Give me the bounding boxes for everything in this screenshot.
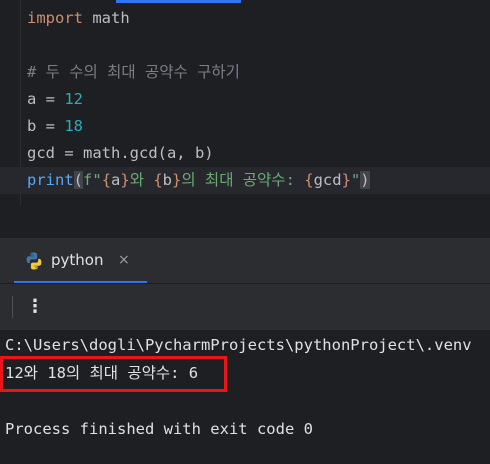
python-icon bbox=[24, 251, 44, 271]
assign-b: b = bbox=[27, 117, 65, 135]
close-icon[interactable]: × bbox=[118, 238, 130, 283]
fstring-prefix: f" bbox=[83, 171, 102, 189]
fstring-text: 와 bbox=[129, 171, 154, 189]
fstring-var-gcd: gcd bbox=[313, 171, 342, 189]
brace: { bbox=[304, 171, 314, 189]
brace: { bbox=[153, 171, 163, 189]
console-exit-line: Process finished with exit code 0 bbox=[5, 420, 313, 438]
editor-tool-split bbox=[0, 205, 490, 239]
brace: } bbox=[341, 171, 351, 189]
fstring-var-a: a bbox=[111, 171, 121, 189]
code-comment: # 두 수의 최대 공약수 구하기 bbox=[27, 63, 240, 81]
output-highlight-box bbox=[0, 356, 227, 392]
number-12: 12 bbox=[64, 90, 83, 108]
brace: } bbox=[172, 171, 182, 189]
code-line-4[interactable]: a = 12 bbox=[0, 86, 490, 113]
fstring-text: 의 최대 공약수: bbox=[181, 171, 305, 189]
code-line-1[interactable]: import math bbox=[0, 5, 490, 32]
close-paren: ) bbox=[360, 171, 370, 189]
gcd-assignment: gcd = math.gcd(a, b) bbox=[27, 144, 214, 162]
brace: { bbox=[101, 171, 112, 189]
run-console[interactable]: C:\Users\dogli\PycharmProjects\pythonPro… bbox=[0, 331, 490, 464]
print-function: print bbox=[27, 171, 74, 189]
fstring-suffix: " bbox=[350, 171, 361, 189]
assign-a: a = bbox=[27, 90, 65, 108]
editor-tab-indicator bbox=[116, 0, 241, 3]
run-toolbar: ⋮ bbox=[0, 284, 490, 331]
open-paren: ( bbox=[73, 171, 84, 189]
module-name: math bbox=[83, 9, 130, 27]
console-command-line: C:\Users\dogli\PycharmProjects\pythonPro… bbox=[5, 336, 472, 354]
run-tab-bar: python × bbox=[0, 238, 490, 284]
brace: } bbox=[120, 171, 130, 189]
code-editor[interactable]: import math # 두 수의 최대 공약수 구하기 a = 12 b =… bbox=[0, 0, 490, 205]
keyword-import: import bbox=[27, 9, 83, 27]
toolbar-separator bbox=[12, 296, 13, 318]
number-18: 18 bbox=[64, 117, 83, 135]
code-line-5[interactable]: b = 18 bbox=[0, 113, 490, 140]
code-line-7[interactable]: print(f"{a}와 {b}의 최대 공약수: {gcd}") bbox=[0, 167, 490, 194]
tab-python-run[interactable]: python × bbox=[14, 238, 147, 283]
tab-label: python bbox=[51, 251, 104, 269]
fstring-var-b: b bbox=[162, 171, 172, 189]
code-line-6[interactable]: gcd = math.gcd(a, b) bbox=[0, 140, 490, 167]
code-line-3[interactable]: # 두 수의 최대 공약수 구하기 bbox=[0, 59, 490, 86]
more-options-icon[interactable]: ⋮ bbox=[26, 284, 44, 330]
